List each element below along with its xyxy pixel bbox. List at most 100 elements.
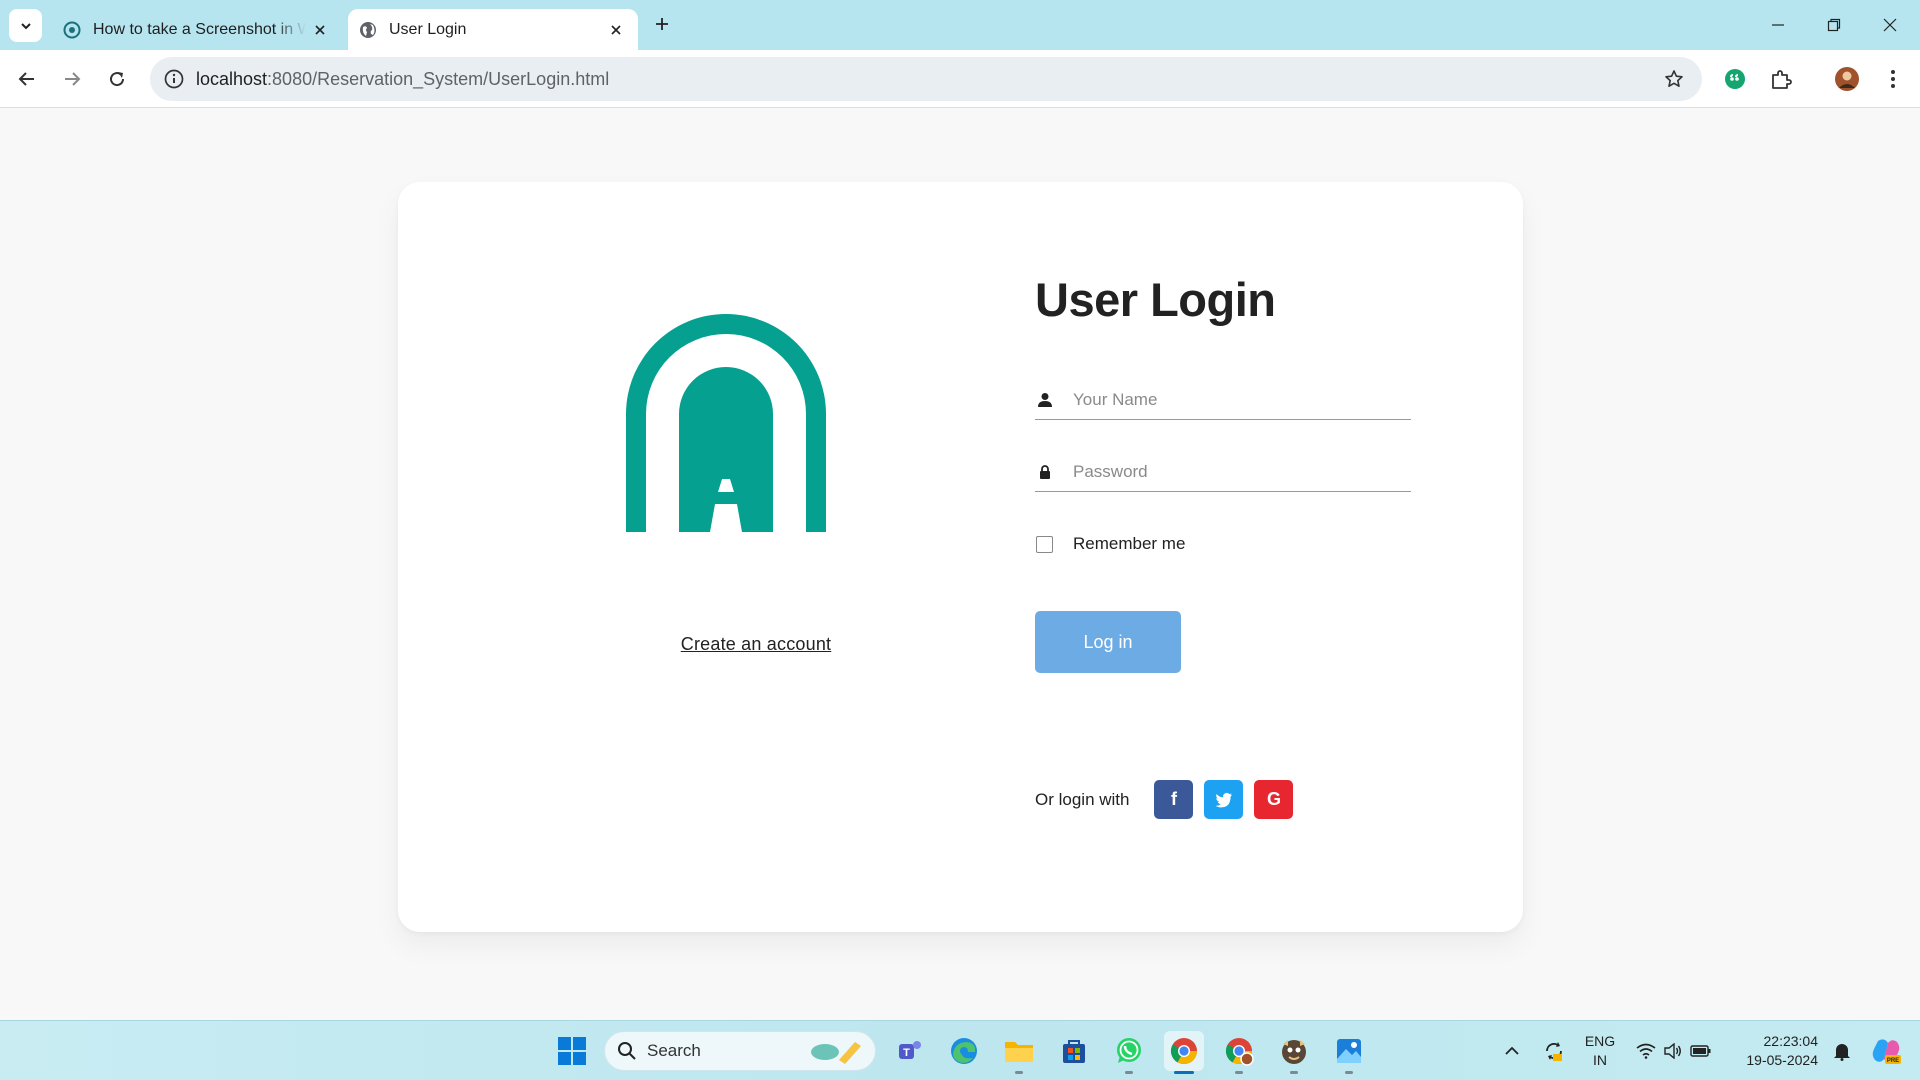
address-bar[interactable]: localhost:8080/Reservation_System/UserLo…	[150, 57, 1702, 101]
store-taskbar-icon[interactable]	[1054, 1031, 1094, 1071]
system-tray-status[interactable]	[1632, 1021, 1716, 1080]
page-title: User Login	[1035, 273, 1276, 326]
restore-icon	[1827, 18, 1841, 32]
mascot-app-icon	[1282, 1040, 1306, 1064]
forward-button[interactable]	[54, 61, 90, 97]
google-icon: G	[1266, 789, 1281, 809]
user-icon	[1038, 392, 1052, 407]
restore-button[interactable]	[1806, 0, 1862, 50]
plus-icon	[656, 18, 668, 30]
photos-icon	[1337, 1039, 1361, 1063]
photos-taskbar-icon[interactable]	[1329, 1031, 1369, 1074]
social-login: Or login with f G	[1035, 780, 1304, 819]
region-code: IN	[1593, 1052, 1607, 1068]
chrome-profile-taskbar-icon[interactable]	[1219, 1031, 1259, 1074]
app-logo	[626, 314, 826, 532]
profile-avatar[interactable]	[1829, 61, 1865, 97]
windows-logo-icon	[558, 1037, 586, 1065]
star-icon	[1665, 70, 1683, 87]
wifi-icon	[1636, 1043, 1656, 1059]
google-login-button[interactable]: G	[1254, 780, 1294, 819]
close-icon[interactable]	[602, 16, 630, 44]
reload-icon	[110, 72, 125, 87]
info-icon[interactable]	[163, 68, 185, 90]
remember-checkbox[interactable]	[1036, 535, 1053, 553]
browser-toolbar: localhost:8080/Reservation_System/UserLo…	[0, 50, 1920, 108]
avatar-icon	[1835, 67, 1859, 91]
chevron-down-icon	[20, 22, 31, 29]
chevron-up-icon	[1505, 1046, 1519, 1055]
chrome-icon	[1170, 1038, 1198, 1065]
twitter-icon	[1215, 792, 1232, 807]
edge-taskbar-icon[interactable]	[944, 1031, 984, 1071]
show-hidden-icons-button[interactable]	[1496, 1021, 1528, 1080]
login-button[interactable]: Log in	[1035, 611, 1181, 673]
copilot-button[interactable]: PRE	[1864, 1021, 1908, 1080]
volume-icon	[1664, 1043, 1681, 1059]
create-account-link[interactable]: Create an account	[606, 634, 906, 655]
twitter-login-button[interactable]	[1204, 780, 1244, 819]
close-window-button[interactable]	[1862, 0, 1918, 50]
browser-tab-strip: How to take a Screenshot in Windows 11 U…	[0, 0, 1920, 50]
bell-icon	[1834, 1044, 1850, 1061]
globe-icon	[360, 21, 376, 38]
arrow-right-icon	[65, 72, 81, 86]
extensions-menu-button[interactable]	[1763, 61, 1799, 97]
facebook-login-button[interactable]: f	[1154, 780, 1194, 819]
taskbar-search[interactable]: Search	[604, 1031, 876, 1071]
whatsapp-taskbar-icon[interactable]	[1109, 1031, 1149, 1074]
tab-user-login[interactable]: User Login	[348, 9, 638, 50]
language-indicator[interactable]: ENG IN	[1578, 1021, 1622, 1080]
notifications-button[interactable]	[1826, 1021, 1858, 1080]
chrome-taskbar-icon[interactable]	[1164, 1031, 1204, 1074]
windows-taskbar: Search T ENG IN 22:23:04 19-05-2024 PRE	[0, 1020, 1920, 1080]
game-taskbar-icon[interactable]	[1274, 1031, 1314, 1074]
search-highlight-icon	[811, 1042, 861, 1064]
puzzle-icon	[1772, 70, 1792, 89]
url-text[interactable]: localhost:8080/Reservation_System/UserLo…	[196, 69, 1656, 90]
remember-me[interactable]: Remember me	[1035, 534, 1185, 554]
minimize-icon	[1772, 24, 1784, 26]
name-field	[1035, 380, 1411, 420]
reload-button[interactable]	[99, 61, 135, 97]
file-explorer-taskbar-icon[interactable]	[999, 1031, 1039, 1074]
clock[interactable]: 22:23:04 19-05-2024	[1732, 1021, 1818, 1080]
edge-icon	[951, 1038, 977, 1064]
tab-search-button[interactable]	[9, 9, 42, 42]
clock-date: 19-05-2024	[1746, 1052, 1818, 1068]
battery-icon	[1690, 1045, 1711, 1057]
browser-menu-button[interactable]	[1875, 61, 1911, 97]
new-tab-button[interactable]	[648, 10, 676, 38]
whatsapp-icon	[1117, 1038, 1141, 1063]
copilot-icon: PRE	[1872, 1039, 1901, 1064]
store-icon	[1063, 1040, 1085, 1063]
back-button[interactable]	[9, 61, 45, 97]
login-card: Create an account User Login Remember me…	[398, 182, 1523, 932]
password-input[interactable]	[1073, 461, 1393, 482]
language-code: ENG	[1584, 1033, 1616, 1049]
extension-button[interactable]	[1717, 61, 1753, 97]
password-field	[1035, 452, 1411, 492]
url-path: :8080/Reservation_System/UserLogin.html	[267, 68, 610, 89]
teams-taskbar-icon[interactable]: T	[890, 1031, 930, 1071]
remember-label: Remember me	[1073, 534, 1186, 553]
teams-icon: T	[899, 1041, 921, 1059]
lock-icon	[1040, 464, 1050, 479]
arrow-left-icon	[18, 72, 34, 86]
sync-tray-icon[interactable]	[1537, 1021, 1571, 1080]
tab-screenshot-article[interactable]: How to take a Screenshot in Windows 11	[52, 9, 342, 50]
close-icon[interactable]	[306, 16, 334, 44]
close-icon	[1883, 18, 1897, 32]
svg-text:PRE: PRE	[1887, 1058, 1899, 1064]
tab-title: User Login	[389, 20, 467, 38]
bookmark-star-button[interactable]	[1656, 61, 1692, 97]
start-button[interactable]	[552, 1031, 592, 1071]
site-favicon-icon	[63, 21, 81, 38]
minimize-button[interactable]	[1750, 0, 1806, 50]
svg-text:T: T	[903, 1047, 910, 1059]
social-label: Or login with	[1035, 789, 1130, 809]
name-input[interactable]	[1073, 389, 1393, 410]
url-host: localhost	[196, 68, 268, 89]
search-label: Search	[647, 1041, 701, 1060]
facebook-icon: f	[1170, 789, 1177, 809]
